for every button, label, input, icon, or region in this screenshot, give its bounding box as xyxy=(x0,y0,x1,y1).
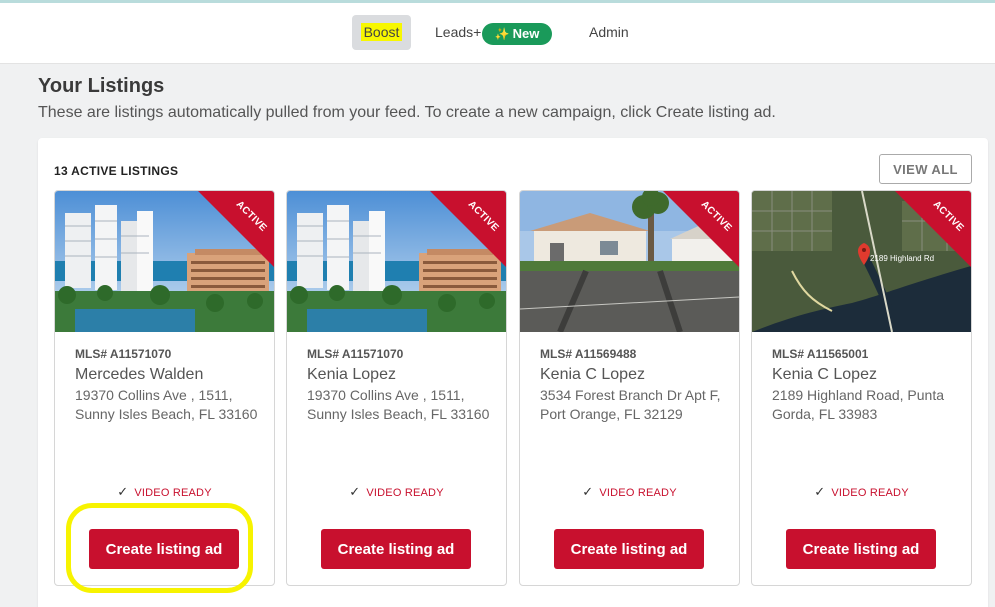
checkmark-icon: ✓ xyxy=(814,484,826,499)
page-title: Your Listings xyxy=(38,75,165,97)
nav-tab-boost[interactable]: Boost xyxy=(352,15,411,50)
checkmark-icon: ✓ xyxy=(582,484,594,499)
listing-address: 2189 Highland Road, Punta Gorda, FL 3398… xyxy=(772,387,945,422)
create-listing-ad-button[interactable]: Create listing ad xyxy=(321,529,471,569)
listings-panel: 13 ACTIVE LISTINGS VIEW ALL ACTIVE MLS# … xyxy=(38,138,988,607)
create-listing-ad-button[interactable]: Create listing ad xyxy=(89,529,239,569)
listing-address: 3534 Forest Branch Dr Apt F, Port Orange… xyxy=(540,387,721,422)
view-all-button[interactable]: VIEW ALL xyxy=(879,154,972,184)
listing-card: ACTIVE MLS# A11569488 Kenia C Lopez 3534… xyxy=(519,190,740,586)
video-ready-status: ✓ VIDEO READY xyxy=(520,484,739,500)
video-ready-status: ✓ VIDEO READY xyxy=(287,484,506,500)
new-badge-label: New xyxy=(512,26,540,41)
mls-number: MLS# A11571070 xyxy=(307,347,404,361)
video-ready-label: VIDEO READY xyxy=(366,487,444,499)
page-subtitle: These are listings automatically pulled … xyxy=(38,104,776,121)
listing-photo[interactable]: ACTIVE xyxy=(287,191,506,332)
nav-tab-admin[interactable]: Admin xyxy=(589,15,629,50)
listing-address: 19370 Collins Ave , 1511, Sunny Isles Be… xyxy=(307,387,490,422)
nav-tab-leads-label: Leads+ xyxy=(435,24,482,40)
checkmark-icon: ✓ xyxy=(349,484,361,499)
video-ready-status: ✓ VIDEO READY xyxy=(752,484,971,500)
video-ready-status: ✓ VIDEO READY xyxy=(55,484,274,500)
new-badge: ✨ New xyxy=(482,23,552,45)
active-listings-count: 13 ACTIVE LISTINGS xyxy=(54,164,179,178)
agent-name: Mercedes Walden xyxy=(75,366,204,383)
listing-card: ACTIVE MLS# A11571070 Mercedes Walden 19… xyxy=(54,190,275,586)
nav-tab-boost-label: Boost xyxy=(360,23,403,41)
listing-card: 2189 Highland Rd ACTIVE MLS# A11565001 K… xyxy=(751,190,972,586)
listing-photo[interactable]: ACTIVE xyxy=(520,191,739,332)
video-ready-label: VIDEO READY xyxy=(831,487,909,499)
sparkles-icon: ✨ xyxy=(494,27,510,41)
listing-card: ACTIVE MLS# A11571070 Kenia Lopez 19370 … xyxy=(286,190,507,586)
listing-map[interactable]: 2189 Highland Rd ACTIVE xyxy=(752,191,971,332)
top-nav: Boost Leads+ ✨ New Admin xyxy=(0,3,995,64)
create-listing-ad-button[interactable]: Create listing ad xyxy=(786,529,936,569)
nav-tab-leads[interactable]: Leads+ xyxy=(435,15,481,50)
listing-address: 19370 Collins Ave , 1511, Sunny Isles Be… xyxy=(75,387,258,422)
create-listing-ad-button[interactable]: Create listing ad xyxy=(554,529,704,569)
agent-name: Kenia Lopez xyxy=(307,366,396,383)
video-ready-label: VIDEO READY xyxy=(599,487,677,499)
agent-name: Kenia C Lopez xyxy=(772,366,877,383)
nav-tab-admin-label: Admin xyxy=(589,24,629,40)
mls-number: MLS# A11571070 xyxy=(75,347,172,361)
listing-photo[interactable]: ACTIVE xyxy=(55,191,274,332)
agent-name: Kenia C Lopez xyxy=(540,366,645,383)
mls-number: MLS# A11565001 xyxy=(772,347,869,361)
checkmark-icon: ✓ xyxy=(117,484,129,499)
video-ready-label: VIDEO READY xyxy=(134,487,212,499)
mls-number: MLS# A11569488 xyxy=(540,347,637,361)
